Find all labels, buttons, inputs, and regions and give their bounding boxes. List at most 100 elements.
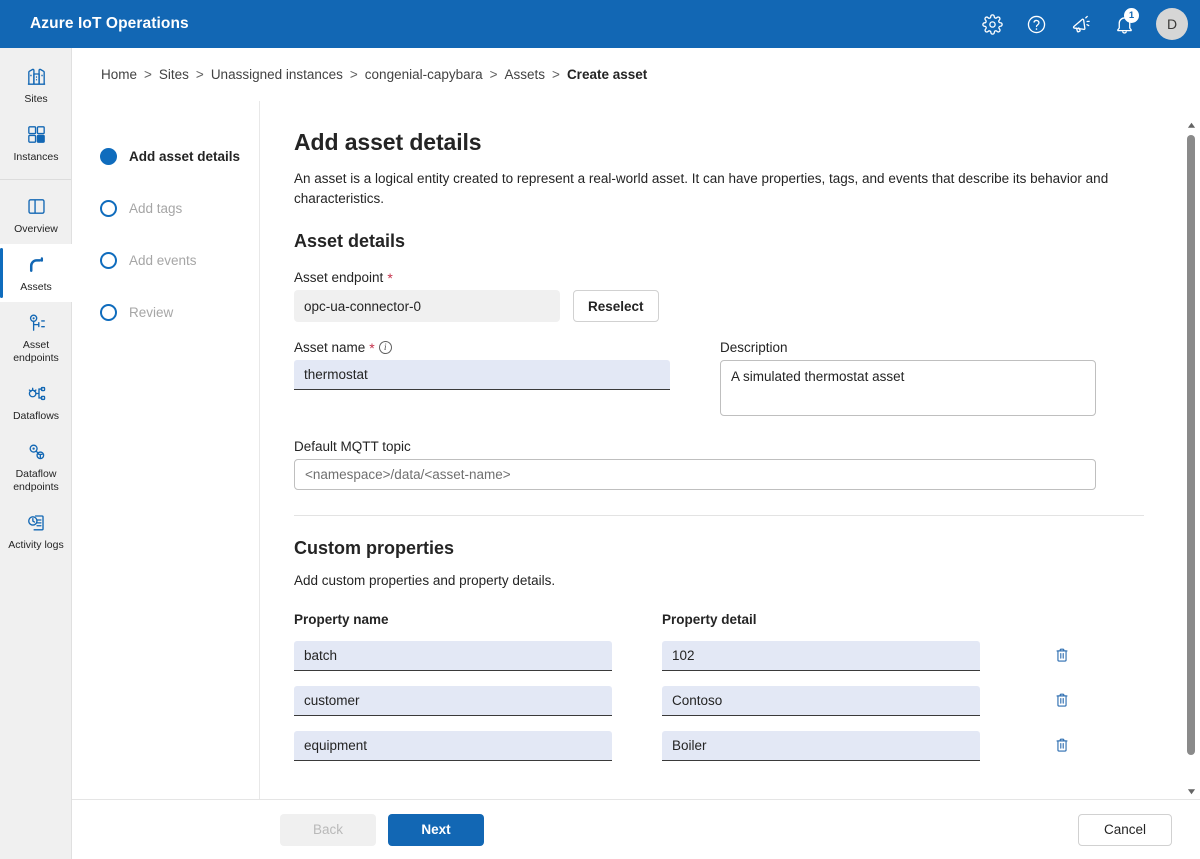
trash-icon	[1053, 736, 1071, 757]
back-button[interactable]: Back	[280, 813, 376, 846]
breadcrumb-item-sites[interactable]: Sites	[159, 67, 189, 82]
scroll-down-arrow-icon[interactable]	[1184, 784, 1198, 798]
trash-icon	[1053, 646, 1071, 667]
custom-property-row	[294, 730, 1144, 762]
sidebar-item-dataflows[interactable]: Dataflows	[0, 373, 72, 431]
custom-properties-header-row: Property name Property detail	[294, 612, 1144, 627]
wizard-step-label: Add events	[129, 252, 197, 268]
label-text: Default MQTT topic	[294, 439, 411, 454]
breadcrumb-separator: >	[552, 67, 560, 82]
scrollbar-track[interactable]	[1184, 132, 1198, 784]
sidebar-item-assets[interactable]: Assets	[0, 244, 72, 302]
cancel-button[interactable]: Cancel	[1078, 813, 1172, 846]
property-name-input[interactable]	[294, 686, 612, 716]
property-detail-input[interactable]	[662, 686, 980, 716]
property-detail-input[interactable]	[662, 641, 980, 671]
description-textarea[interactable]	[720, 360, 1096, 416]
label-text: Description	[720, 340, 788, 355]
wizard-step-label: Add asset details	[129, 148, 241, 164]
sidebar-nav: Sites Instances Overview Assets Asset en…	[0, 48, 72, 859]
wizard-step-review[interactable]: Review	[100, 286, 259, 338]
property-detail-input[interactable]	[662, 731, 980, 761]
info-icon[interactable]: i	[378, 341, 392, 354]
app-title: Azure IoT Operations	[30, 15, 189, 32]
asset-name-label: Asset name * i	[294, 340, 670, 355]
help-question-icon[interactable]	[1016, 4, 1056, 44]
column-header-property-name: Property name	[294, 612, 389, 627]
asset-name-input[interactable]	[294, 360, 670, 390]
wizard-step-add-events[interactable]: Add events	[100, 234, 259, 286]
wizard-footer: Back Next Cancel	[72, 799, 1200, 859]
settings-gear-icon[interactable]	[972, 4, 1012, 44]
dataflow-endpoints-icon	[25, 440, 48, 464]
breadcrumb: Home > Sites > Unassigned instances > co…	[72, 48, 1200, 101]
custom-property-row	[294, 685, 1144, 717]
scrollbar-thumb[interactable]	[1187, 135, 1195, 755]
sidebar-item-label: Sites	[24, 93, 48, 105]
page-description: An asset is a logical entity created to …	[294, 171, 1109, 206]
step-indicator-filled-icon	[100, 147, 117, 165]
breadcrumb-separator: >	[489, 67, 498, 82]
mqtt-topic-input[interactable]	[294, 459, 1096, 490]
property-name-input[interactable]	[294, 641, 612, 671]
sidebar-item-label: Activity logs	[8, 539, 64, 551]
breadcrumb-item-unassigned-instances[interactable]: Unassigned instances	[211, 67, 343, 82]
asset-endpoint-row: Reselect	[294, 290, 1144, 322]
announcement-megaphone-icon[interactable]	[1060, 4, 1100, 44]
breadcrumb-item-instance[interactable]: congenial-capybara	[365, 67, 483, 82]
property-name-cell	[294, 641, 612, 671]
dataflows-icon	[25, 382, 48, 406]
wizard-step-label: Review	[129, 304, 174, 320]
sidebar-divider	[0, 179, 71, 180]
label-text: Asset name	[294, 340, 366, 355]
delete-property-button[interactable]	[1046, 685, 1078, 717]
next-button[interactable]: Next	[388, 813, 484, 846]
section-divider	[294, 515, 1144, 516]
description-group: Description	[720, 340, 1096, 421]
sidebar-item-activity-logs[interactable]: Activity logs	[0, 502, 72, 560]
notification-count-badge: 1	[1124, 8, 1139, 23]
breadcrumb-separator: >	[195, 67, 204, 82]
asset-endpoint-input[interactable]	[294, 290, 560, 322]
sidebar-item-label: Overview	[14, 223, 58, 235]
sidebar-item-asset-endpoints[interactable]: Asset endpoints	[0, 302, 72, 373]
breadcrumb-item-home[interactable]: Home	[101, 67, 137, 82]
property-name-input[interactable]	[294, 731, 612, 761]
delete-property-button[interactable]	[1046, 640, 1078, 672]
activity-logs-icon	[25, 511, 48, 535]
step-indicator-empty-icon	[100, 199, 117, 217]
header-actions: 1 D	[972, 4, 1200, 44]
step-indicator-empty-icon	[100, 303, 117, 321]
notifications-bell-icon[interactable]: 1	[1104, 4, 1144, 44]
sidebar-item-label: Asset endpoints	[13, 339, 59, 364]
sites-icon	[25, 65, 48, 89]
wizard-step-add-asset-details[interactable]: Add asset details	[100, 130, 259, 182]
reselect-button[interactable]: Reselect	[573, 290, 659, 322]
property-detail-cell	[662, 641, 980, 671]
asset-name-description-row: Asset name * i Description	[294, 340, 1144, 421]
page-title: Add asset details	[294, 129, 482, 155]
sidebar-item-sites[interactable]: Sites	[0, 56, 72, 114]
sidebar-item-label: Dataflows	[12, 410, 60, 422]
vertical-scrollbar[interactable]	[1184, 118, 1198, 798]
section-heading-asset-details: Asset details	[294, 231, 406, 251]
sidebar-item-dataflow-endpoints[interactable]: Dataflow endpoints	[0, 431, 72, 502]
section-heading-custom-properties: Custom properties	[294, 538, 455, 558]
assets-robot-arm-icon	[25, 253, 48, 277]
custom-properties-description: Add custom properties and property detai…	[294, 573, 556, 588]
avatar[interactable]: D	[1156, 8, 1188, 40]
mqtt-topic-group: Default MQTT topic	[294, 439, 1144, 490]
label-text: Asset endpoint	[294, 270, 384, 285]
breadcrumb-item-assets[interactable]: Assets	[505, 67, 546, 82]
required-asterisk: *	[387, 269, 393, 286]
property-detail-cell	[662, 686, 980, 716]
sidebar-item-overview[interactable]: Overview	[0, 186, 72, 244]
sidebar-item-instances[interactable]: Instances	[0, 114, 72, 172]
delete-property-button[interactable]	[1046, 730, 1078, 762]
overview-icon	[25, 195, 48, 219]
step-indicator-empty-icon	[100, 251, 117, 269]
asset-endpoint-group: Asset endpoint * Reselect	[294, 270, 1144, 322]
scroll-up-arrow-icon[interactable]	[1184, 118, 1198, 132]
wizard-step-add-tags[interactable]: Add tags	[100, 182, 259, 234]
sidebar-item-label: Dataflow endpoints	[13, 468, 59, 493]
